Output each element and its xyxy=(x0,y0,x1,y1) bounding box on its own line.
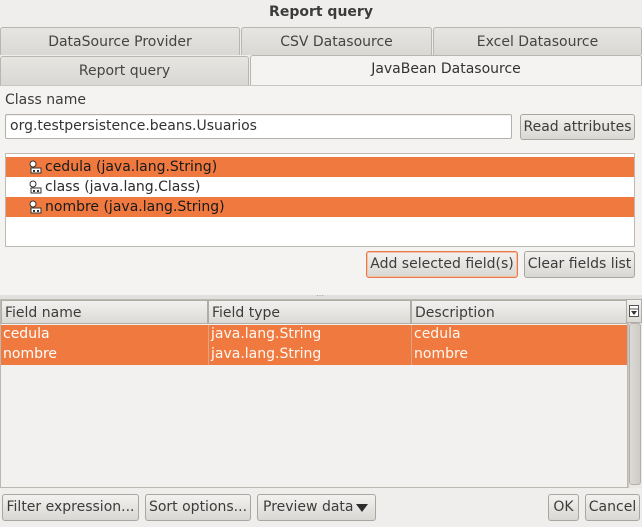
preview-data-button[interactable]: Preview data xyxy=(257,494,376,521)
list-item[interactable]: nombre (java.lang.String) xyxy=(6,197,634,217)
field-icon xyxy=(29,180,42,194)
ok-button[interactable]: OK xyxy=(548,494,579,521)
table-row[interactable]: cedula java.lang.String cedula xyxy=(1,325,627,345)
window-title: Report query xyxy=(269,4,373,20)
list-item[interactable]: class (java.lang.Class) xyxy=(6,177,634,197)
list-item-label: cedula (java.lang.String) xyxy=(45,159,218,175)
attributes-list[interactable]: cedula (java.lang.String) class (java.la… xyxy=(5,153,635,247)
table-row[interactable]: nombre java.lang.String nombre xyxy=(1,345,627,365)
class-name-label: Class name xyxy=(5,92,86,108)
tab-report-query[interactable]: Report query xyxy=(0,56,249,85)
list-item-label: class (java.lang.Class) xyxy=(45,179,201,195)
triangle-down-icon xyxy=(356,504,368,512)
column-chooser-icon xyxy=(629,305,639,317)
tab-javabean-datasource[interactable]: JavaBean Datasource xyxy=(250,55,642,86)
table-cell: nombre xyxy=(1,345,209,365)
column-header-field-type[interactable]: Field type xyxy=(208,300,411,324)
table-cell: cedula xyxy=(1,325,209,345)
field-icon xyxy=(29,200,42,214)
filter-expression-button[interactable]: Filter expression... xyxy=(2,494,139,521)
table-cell: cedula xyxy=(414,326,461,342)
class-name-input[interactable]: org.testpersistence.beans.Usuarios xyxy=(5,114,512,139)
table-cell: java.lang.String xyxy=(209,345,412,365)
preview-data-label: Preview data xyxy=(263,499,354,515)
column-header-field-name[interactable]: Field name xyxy=(1,300,208,324)
cancel-button[interactable]: Cancel xyxy=(585,494,640,521)
tab-excel-datasource[interactable]: Excel Datasource xyxy=(433,27,642,55)
sort-options-button[interactable]: Sort options... xyxy=(145,494,251,521)
tab-datasource-provider[interactable]: DataSource Provider xyxy=(0,27,240,55)
table-cell: java.lang.String xyxy=(209,325,412,345)
column-header-description[interactable]: Description xyxy=(411,300,627,324)
column-chooser-button[interactable] xyxy=(626,299,642,323)
list-item[interactable]: cedula (java.lang.String) xyxy=(6,157,634,177)
tab-csv-datasource[interactable]: CSV Datasource xyxy=(241,27,432,55)
field-icon xyxy=(29,160,42,174)
scrollbar-thumb[interactable] xyxy=(629,323,641,485)
clear-fields-list-button[interactable]: Clear fields list xyxy=(524,251,635,278)
read-attributes-button[interactable]: Read attributes xyxy=(520,114,635,140)
fields-table[interactable]: Field name Field type Description cedula… xyxy=(0,299,628,488)
list-item-label: nombre (java.lang.String) xyxy=(45,199,225,215)
add-selected-fields-button[interactable]: Add selected field(s) xyxy=(366,251,518,278)
table-cell: nombre xyxy=(414,346,469,362)
